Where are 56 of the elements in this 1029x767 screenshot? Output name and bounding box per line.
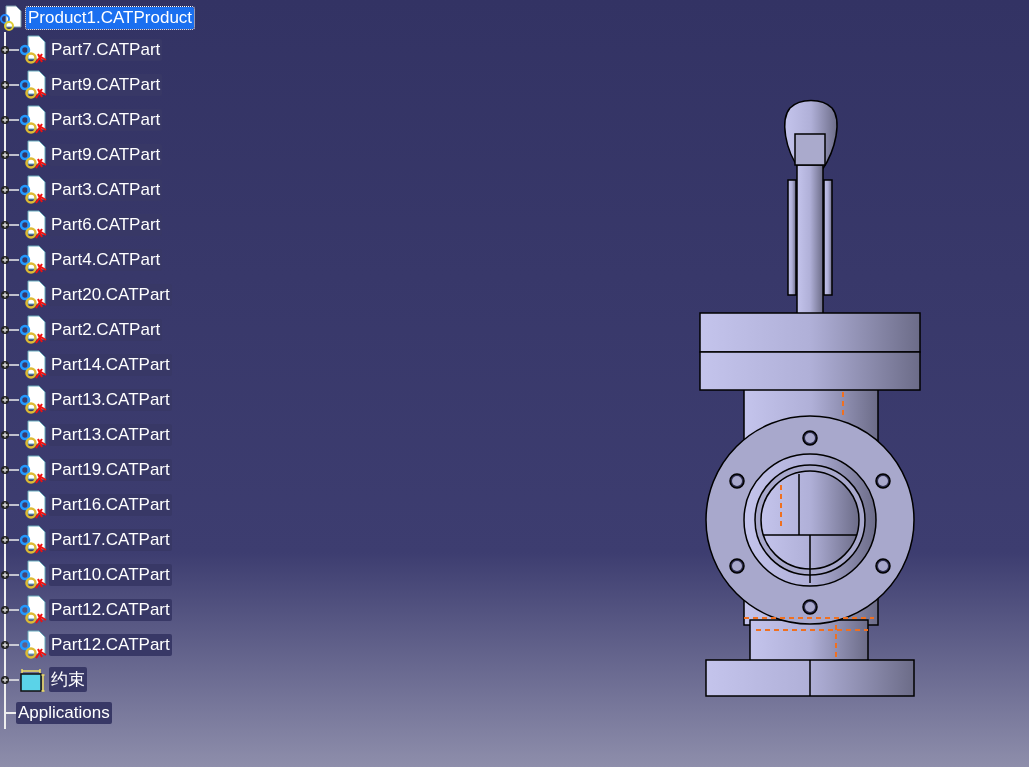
expander-icon[interactable] [1, 148, 19, 161]
document-gears-icon[interactable] [19, 314, 47, 345]
document-gears-icon[interactable] [19, 209, 47, 240]
tree-item[interactable]: Part12.CATPart [49, 598, 172, 621]
tree-item[interactable]: Part17.CATPart [49, 528, 172, 551]
document-gears-icon[interactable] [19, 69, 47, 100]
document-gears-icon[interactable] [19, 454, 47, 485]
expander-icon[interactable] [1, 43, 19, 56]
document-gears-icon[interactable] [19, 419, 47, 450]
expander-icon[interactable] [1, 323, 19, 336]
tree-item[interactable]: Applications [16, 702, 112, 724]
document-gears-icon[interactable] [19, 349, 47, 380]
document-gears-icon[interactable] [19, 524, 47, 555]
tree-item[interactable]: Part14.CATPart [49, 353, 172, 376]
tree-item[interactable]: Part10.CATPart [49, 563, 172, 586]
expander-icon[interactable] [1, 463, 19, 476]
document-gears-icon[interactable] [19, 244, 47, 275]
document-gears-icon[interactable] [19, 139, 47, 170]
expander-icon[interactable] [1, 393, 19, 406]
product-icon[interactable] [0, 5, 22, 31]
expander-icon[interactable] [1, 498, 19, 511]
tree-item[interactable]: Part19.CATPart [49, 458, 172, 481]
expander-icon[interactable] [1, 253, 19, 266]
expander-icon[interactable] [1, 288, 19, 301]
grid-square-icon[interactable] [19, 666, 47, 693]
document-gears-icon[interactable] [19, 104, 47, 135]
document-gears-icon[interactable] [19, 174, 47, 205]
document-gears-icon[interactable] [19, 629, 47, 660]
tree-item[interactable]: Part20.CATPart [49, 283, 172, 306]
expander-icon[interactable] [1, 78, 19, 91]
tree-item[interactable]: Part9.CATPart [49, 73, 163, 96]
document-gears-icon[interactable] [19, 384, 47, 415]
document-gears-icon[interactable] [19, 279, 47, 310]
tree-item[interactable]: 约束 [49, 667, 87, 692]
expander-icon[interactable] [1, 568, 19, 581]
expander-icon[interactable] [1, 638, 19, 651]
document-gears-icon[interactable] [19, 34, 47, 65]
expander-icon[interactable] [1, 358, 19, 371]
document-gears-icon[interactable] [19, 594, 47, 625]
tree-item[interactable]: Part16.CATPart [49, 493, 172, 516]
tree-item[interactable]: Product1.CATProduct [26, 7, 195, 29]
expander-icon[interactable] [1, 533, 19, 546]
expander-icon[interactable] [1, 113, 19, 126]
document-gears-icon[interactable] [19, 489, 47, 520]
expander-icon[interactable] [1, 183, 19, 196]
expander-icon[interactable] [1, 603, 19, 616]
document-gears-icon[interactable] [19, 559, 47, 590]
expander-icon[interactable] [1, 218, 19, 231]
tree-item[interactable]: Part13.CATPart [49, 423, 172, 446]
tree-item[interactable]: Part13.CATPart [49, 388, 172, 411]
tree-item[interactable]: Part7.CATPart [49, 38, 163, 61]
expander-icon[interactable] [1, 673, 19, 686]
tree-item[interactable]: Part2.CATPart [49, 318, 163, 341]
expander-icon[interactable] [1, 428, 19, 441]
tree-item[interactable]: Part4.CATPart [49, 248, 163, 271]
tree-item[interactable]: Part12.CATPart [49, 633, 172, 656]
